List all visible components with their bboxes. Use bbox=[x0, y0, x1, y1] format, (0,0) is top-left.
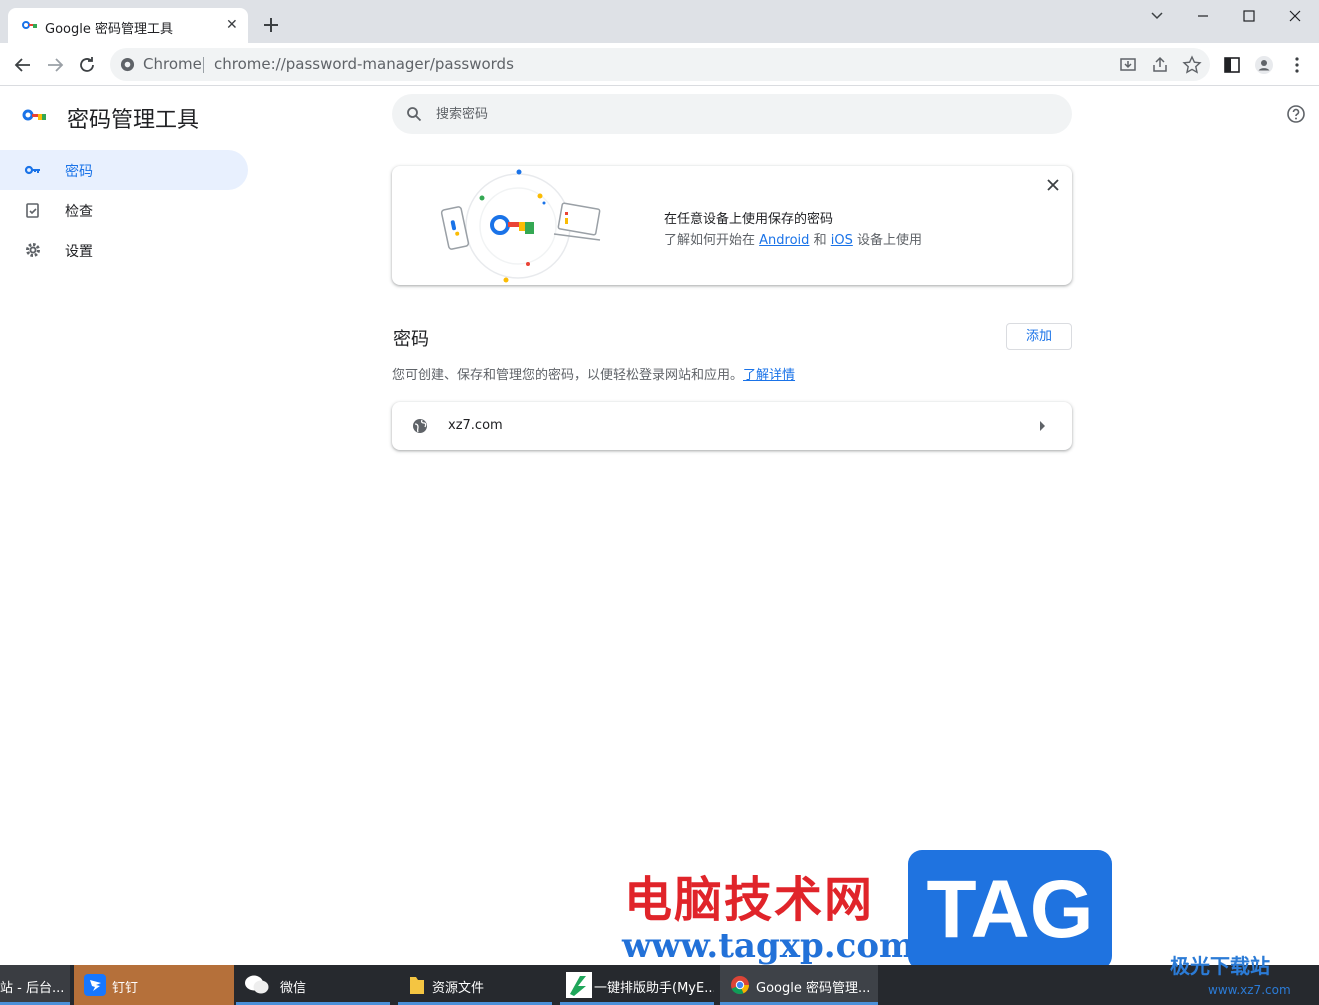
add-password-button[interactable]: 添加 bbox=[1006, 323, 1072, 350]
sidebar-item-label: 检查 bbox=[65, 204, 93, 220]
tab-strip: Google 密码管理工具 ✕ bbox=[0, 0, 1319, 43]
learn-more-link[interactable]: 了解详情 bbox=[743, 368, 795, 383]
promo-card: 在任意设备上使用保存的密码 了解如何开始在 Android 和 iOS 设备上使… bbox=[392, 166, 1072, 285]
password-list: xz7.com bbox=[392, 402, 1072, 450]
list-item[interactable]: xz7.com bbox=[392, 402, 1072, 450]
checkup-icon bbox=[26, 203, 39, 218]
key-icon bbox=[24, 165, 40, 175]
taskbar-item[interactable]: 站 - 后台... bbox=[0, 965, 70, 1005]
promo-title: 在任意设备上使用保存的密码 bbox=[664, 212, 834, 227]
watermark-corner-url: www.xz7.com bbox=[1208, 983, 1291, 997]
tab-title: Google 密码管理工具 bbox=[45, 22, 173, 37]
bookmark-star-icon[interactable] bbox=[1182, 55, 1202, 75]
gear-icon bbox=[26, 243, 40, 257]
chevron-right-icon bbox=[1040, 421, 1045, 431]
taskbar-item[interactable]: 一键排版助手(MyE... bbox=[560, 965, 714, 1005]
omnibox-url[interactable]: chrome://password-manager/passwords bbox=[214, 55, 514, 73]
search-bar[interactable] bbox=[392, 94, 1072, 134]
search-icon bbox=[407, 107, 422, 122]
key-favicon-icon bbox=[22, 21, 37, 29]
taskbar-item-label: 钉钉 bbox=[112, 981, 139, 996]
watermark-url: www.tagxp.com bbox=[622, 926, 915, 966]
taskbar-item-label: 微信 bbox=[280, 981, 307, 996]
search-input[interactable] bbox=[436, 103, 1036, 125]
ios-link[interactable]: iOS bbox=[831, 233, 853, 248]
app-title: 密码管理工具 bbox=[67, 108, 200, 133]
taskbar-item[interactable]: 微信 bbox=[236, 965, 390, 1005]
folder-icon bbox=[410, 977, 424, 994]
android-link[interactable]: Android bbox=[759, 233, 809, 248]
tab-password-manager[interactable]: Google 密码管理工具 ✕ bbox=[8, 8, 248, 43]
wechat-icon bbox=[245, 975, 269, 994]
dingtalk-icon bbox=[84, 974, 106, 996]
password-manager-page: 密码管理工具 密码 检查 设置 搜索密码 在任意设备上使用保存的密码 了解如何开… bbox=[0, 86, 1319, 965]
tab-close-icon[interactable]: ✕ bbox=[226, 17, 238, 33]
promo-line-prefix: 了解如何开始在 bbox=[664, 233, 756, 248]
globe-icon bbox=[413, 419, 427, 433]
reload-icon[interactable] bbox=[74, 52, 100, 78]
profile-avatar-icon[interactable] bbox=[1254, 55, 1274, 75]
description-text: 您可创建、保存和管理您的密码，以便轻松登录网站和应用。 bbox=[392, 368, 744, 383]
forward-arrow-icon[interactable] bbox=[42, 52, 68, 78]
watermark-corner-brand: 极光下载站 bbox=[1170, 954, 1270, 978]
taskbar-item-label: 资源文件 bbox=[432, 981, 485, 996]
help-icon[interactable] bbox=[1286, 104, 1306, 124]
watermark-tag-logo: TAG bbox=[908, 850, 1112, 970]
promo-and: 和 bbox=[813, 233, 827, 248]
taskbar-item-label: 站 - 后台... bbox=[0, 981, 65, 996]
sidebar-item-label: 密码 bbox=[65, 164, 93, 180]
taskbar-item-label: 一键排版助手(MyE... bbox=[594, 981, 714, 996]
promo-subtitle: 了解如何开始在 Android 和 iOS 设备上使用 bbox=[664, 229, 922, 248]
devices-illustration-icon bbox=[440, 169, 601, 283]
side-panel-icon[interactable] bbox=[1222, 55, 1242, 75]
omnibox-chip: Chrome bbox=[143, 55, 202, 73]
minimize-icon[interactable] bbox=[1180, 4, 1226, 28]
passwords-description: 您可创建、保存和管理您的密码，以便轻松登录网站和应用。了解详情 bbox=[392, 364, 795, 383]
taskbar-item-chrome[interactable]: Google 密码管理... bbox=[720, 965, 878, 1005]
browser-toolbar: Chrome chrome://password-manager/passwor… bbox=[0, 43, 1319, 86]
taskbar-item[interactable]: 钉钉 bbox=[74, 965, 234, 1005]
close-icon[interactable] bbox=[1044, 176, 1062, 194]
chrome-icon bbox=[120, 57, 135, 72]
passwords-section-title: 密码 bbox=[393, 329, 429, 350]
close-window-icon[interactable] bbox=[1272, 4, 1318, 28]
tab-search-chevron-down-icon[interactable] bbox=[1134, 4, 1180, 28]
password-manager-logo-icon bbox=[22, 109, 46, 121]
myeditor-app-icon bbox=[566, 972, 592, 998]
more-menu-icon[interactable] bbox=[1287, 55, 1307, 75]
sidebar-item-settings[interactable]: 设置 bbox=[0, 230, 248, 270]
sidebar-item-label: 设置 bbox=[65, 244, 93, 260]
sidebar-item-checkup[interactable]: 检查 bbox=[0, 190, 248, 230]
taskbar-item[interactable]: 资源文件 bbox=[398, 965, 552, 1005]
promo-line-suffix: 设备上使用 bbox=[856, 233, 922, 248]
chrome-icon bbox=[731, 976, 749, 995]
taskbar-item-label: Google 密码管理... bbox=[756, 981, 871, 996]
back-arrow-icon[interactable] bbox=[10, 52, 36, 78]
site-name: xz7.com bbox=[448, 418, 503, 433]
new-tab-icon[interactable] bbox=[259, 13, 283, 37]
taskbar: 站 - 后台... 钉钉 微信 资源文件 一键排版助手(MyE... Googl… bbox=[0, 965, 1319, 1005]
omnibox[interactable]: Chrome chrome://password-manager/passwor… bbox=[110, 48, 1210, 81]
omnibox-divider bbox=[203, 57, 204, 73]
share-icon[interactable] bbox=[1150, 55, 1170, 75]
maximize-icon[interactable] bbox=[1226, 4, 1272, 28]
watermark-brand: 电脑技术网 bbox=[624, 872, 875, 928]
install-app-icon[interactable] bbox=[1118, 55, 1138, 75]
sidebar-item-passwords[interactable]: 密码 bbox=[0, 150, 248, 190]
